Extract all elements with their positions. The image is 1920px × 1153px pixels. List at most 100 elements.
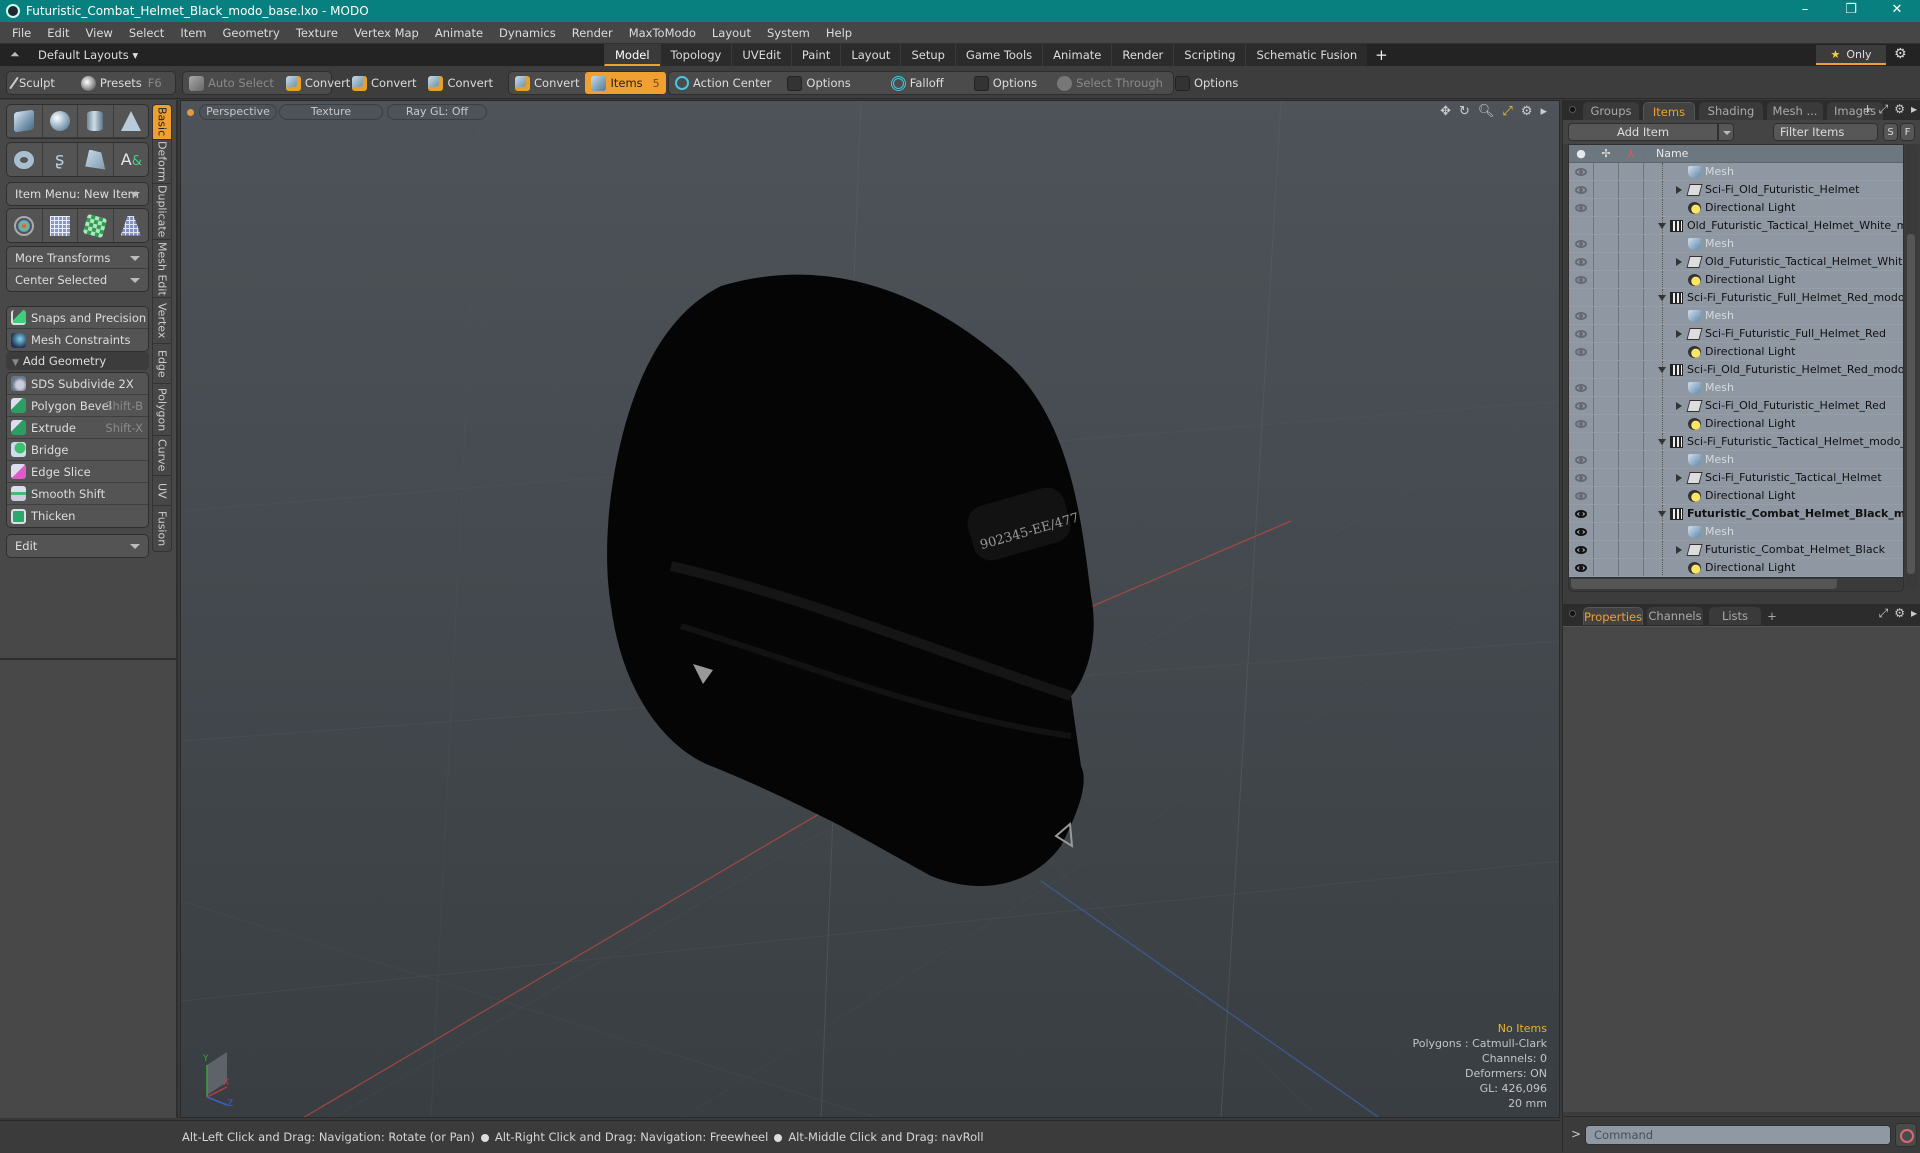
minimize-button[interactable]: – [1782, 0, 1828, 22]
lock-toggle[interactable] [1594, 307, 1619, 324]
axis-toggle[interactable] [1619, 559, 1644, 576]
item-row[interactable]: Mesh [1569, 163, 1903, 181]
auto-select-button[interactable]: Auto Select [183, 72, 280, 94]
select-through-button[interactable]: Select Through [1051, 72, 1169, 94]
center-selected-dropdown[interactable]: Center Selected [7, 269, 148, 291]
cone-tool[interactable] [114, 105, 149, 137]
layout-tab-schematic-fusion[interactable]: Schematic Fusion [1245, 44, 1368, 66]
item-menu-dropdown[interactable]: Item Menu: New Item [7, 183, 148, 205]
axis-toggle[interactable] [1619, 181, 1644, 198]
tool-thicken[interactable]: Thicken [7, 505, 148, 527]
item-row[interactable]: Sci-Fi_Futuristic_Tactical_Helmet_modo_b… [1569, 433, 1903, 451]
item-list-vscrollbar[interactable] [1905, 144, 1917, 590]
add-item-dropdown[interactable] [1718, 123, 1734, 141]
item-row[interactable]: Sci-Fi_Old_Futuristic_Helmet_Red [1569, 397, 1903, 415]
viewport-gear-icon[interactable]: ⚙ [1521, 104, 1533, 119]
expand-triangle-icon[interactable] [1658, 367, 1666, 373]
item-row[interactable]: Mesh [1569, 235, 1903, 253]
tool-smooth-shift[interactable]: Smooth Shift [7, 483, 148, 505]
visibility-toggle[interactable] [1569, 289, 1594, 306]
visibility-toggle[interactable] [1569, 253, 1594, 270]
lock-toggle[interactable] [1594, 523, 1619, 540]
expand-triangle-icon[interactable] [1658, 511, 1666, 517]
menu-texture[interactable]: Texture [288, 26, 346, 40]
item-row[interactable]: Directional Light [1569, 199, 1903, 217]
vtab-basic[interactable]: Basic [152, 104, 172, 140]
vtab-curve[interactable]: Curve [152, 436, 172, 476]
axis-toggle[interactable] [1619, 325, 1644, 342]
expand-triangle-icon[interactable] [1658, 439, 1666, 445]
panel-arrow-icon[interactable]: ▸ [1911, 606, 1917, 621]
item-row[interactable]: Sci-Fi_Futuristic_Full_Helmet_Red [1569, 325, 1903, 343]
action-center-button[interactable]: Action Center [669, 72, 777, 94]
collapse-triangle-icon[interactable] [1676, 186, 1682, 194]
lock-toggle[interactable] [1594, 541, 1619, 558]
lock-toggle[interactable] [1594, 487, 1619, 504]
f-filter-button[interactable]: F [1900, 123, 1915, 141]
menu-maxtomodo[interactable]: MaxToModo [621, 26, 704, 40]
tool-sds-subdivide-2x[interactable]: SDS Subdivide 2X [7, 373, 148, 395]
axis-toggle[interactable] [1619, 397, 1644, 414]
panel-options-dot[interactable] [1569, 106, 1576, 113]
lock-toggle[interactable] [1594, 451, 1619, 468]
viewport-options-dot[interactable] [187, 109, 194, 116]
transform-tool[interactable] [7, 209, 43, 242]
axis-toggle[interactable] [1619, 379, 1644, 396]
menu-system[interactable]: System [759, 26, 818, 40]
soft-drag-tool[interactable] [43, 209, 78, 242]
item-row[interactable]: Mesh [1569, 523, 1903, 541]
collapse-triangle-icon[interactable] [1676, 330, 1682, 338]
command-input[interactable]: Command [1585, 1125, 1891, 1145]
lock-toggle[interactable] [1594, 271, 1619, 288]
props-tab-lists[interactable]: Lists [1709, 607, 1761, 625]
axis-toggle[interactable] [1619, 361, 1644, 378]
properties-options-dot[interactable] [1569, 610, 1576, 617]
raygl-button[interactable]: Ray GL: Off [387, 104, 487, 120]
menu-render[interactable]: Render [564, 26, 621, 40]
add-tab-icon[interactable]: + [1863, 102, 1873, 117]
axis-toggle[interactable] [1619, 235, 1644, 252]
layout-tab-scripting[interactable]: Scripting [1173, 44, 1246, 66]
panel-tab-items[interactable]: Items [1643, 102, 1695, 120]
item-row[interactable]: Mesh [1569, 451, 1903, 469]
visibility-toggle[interactable] [1569, 559, 1594, 576]
axis-toggle[interactable] [1619, 523, 1644, 540]
tool-polygon-bevel[interactable]: Polygon Bevel Shift-B [7, 395, 148, 417]
lock-toggle[interactable] [1594, 163, 1619, 180]
tool-edge-slice[interactable]: Edge Slice [7, 461, 148, 483]
vtab-duplicate[interactable]: Duplicate [152, 184, 172, 240]
maximize-viewport-icon[interactable]: ⤢ [1502, 104, 1512, 119]
pan-icon[interactable]: ✥ [1440, 104, 1451, 119]
visibility-toggle[interactable] [1569, 163, 1594, 180]
visibility-toggle[interactable] [1569, 181, 1594, 198]
text-tool[interactable]: A& [114, 143, 149, 176]
item-row[interactable]: Sci-Fi_Old_Futuristic_Helmet [1569, 181, 1903, 199]
visibility-toggle[interactable] [1569, 217, 1594, 234]
lock-toggle[interactable] [1594, 559, 1619, 576]
item-row[interactable]: Directional Light [1569, 343, 1903, 361]
visibility-toggle[interactable] [1569, 415, 1594, 432]
menu-geometry[interactable]: Geometry [215, 26, 288, 40]
edit-dropdown[interactable]: Edit [7, 535, 148, 557]
lock-toggle[interactable] [1594, 199, 1619, 216]
item-row[interactable]: Sci-Fi_Futuristic_Full_Helmet_Red_modo_b… [1569, 289, 1903, 307]
maximize-button[interactable]: ❐ [1828, 0, 1874, 22]
layout-tab-layout[interactable]: Layout [840, 44, 901, 66]
shading-mode-button[interactable]: Texture [279, 104, 383, 120]
layout-tab-paint[interactable]: Paint [790, 44, 841, 66]
visibility-toggle[interactable] [1569, 487, 1594, 504]
lock-toggle[interactable] [1594, 181, 1619, 198]
menu-item[interactable]: Item [172, 26, 214, 40]
axis-toggle[interactable] [1619, 163, 1644, 180]
expand-arrow-icon[interactable]: ▸ [1540, 104, 1547, 119]
item-row[interactable]: Futuristic_Combat_Helmet_Black_m… [1569, 505, 1903, 523]
only-button[interactable]: ★ Only [1816, 45, 1886, 65]
menu-view[interactable]: View [78, 26, 121, 40]
layout-tab-topology[interactable]: Topology [659, 44, 732, 66]
panel-tab-groups[interactable]: Groups [1583, 102, 1639, 120]
visibility-toggle[interactable] [1569, 505, 1594, 522]
item-row[interactable]: Directional Light [1569, 415, 1903, 433]
menu-file[interactable]: File [4, 26, 39, 40]
item-row[interactable]: Sci-Fi_Futuristic_Tactical_Helmet [1569, 469, 1903, 487]
lock-toggle[interactable] [1594, 505, 1619, 522]
